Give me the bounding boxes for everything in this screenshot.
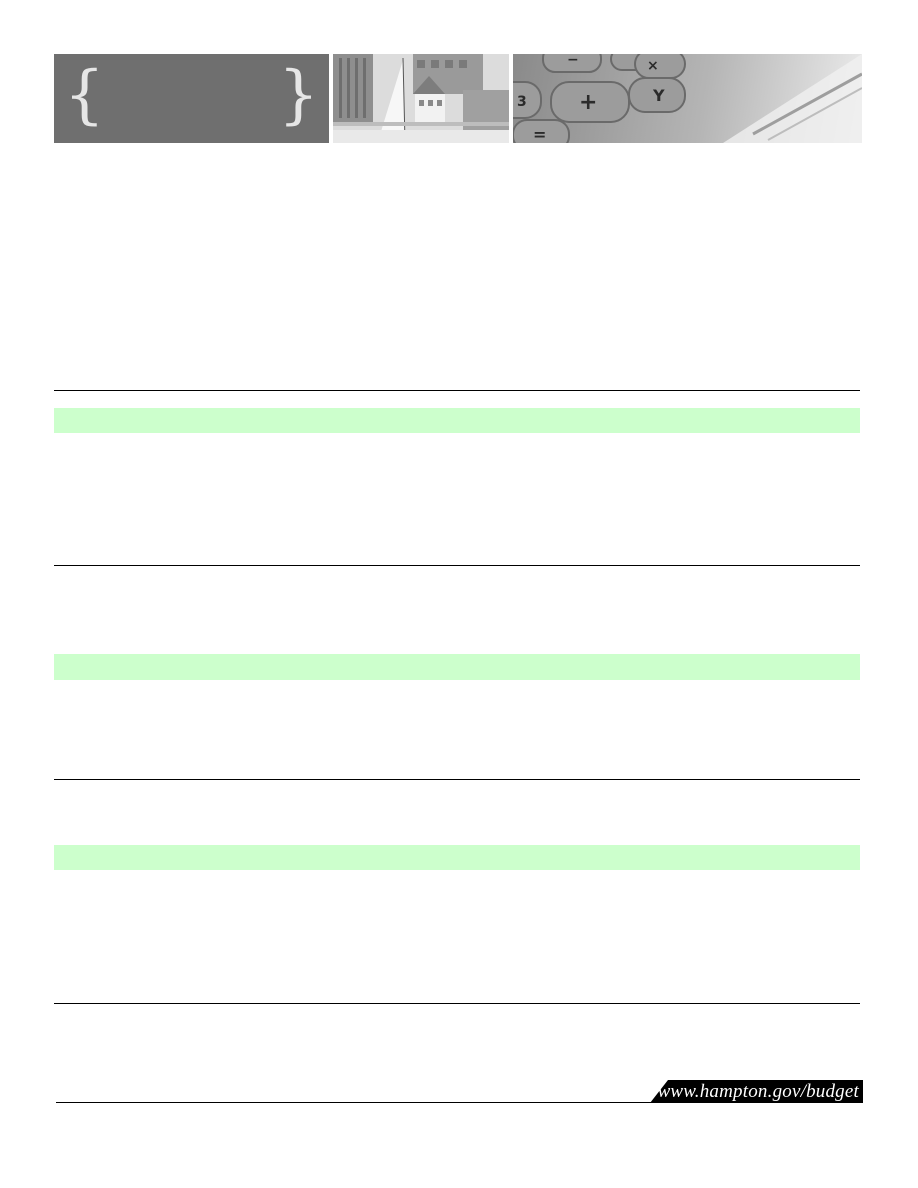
section-heading-band bbox=[54, 845, 860, 870]
svg-text:3: 3 bbox=[517, 94, 527, 110]
section-divider bbox=[54, 779, 860, 780]
calculator-photo: − + Y × = 3 bbox=[513, 54, 862, 143]
svg-text:−: − bbox=[567, 54, 579, 68]
svg-text:+: + bbox=[579, 90, 597, 115]
svg-text:=: = bbox=[533, 125, 546, 143]
harbor-photo bbox=[333, 54, 509, 143]
svg-text:×: × bbox=[647, 58, 659, 74]
section-divider bbox=[54, 1003, 860, 1004]
footer-rule bbox=[56, 1102, 862, 1103]
section-divider bbox=[54, 390, 860, 391]
right-brace-ornament: } bbox=[278, 58, 319, 132]
website-url[interactable]: www.hampton.gov/budget bbox=[658, 1080, 859, 1103]
calculator-illustration: − + Y × = 3 bbox=[513, 54, 862, 143]
svg-text:Y: Y bbox=[652, 86, 665, 105]
footer-url-tab: www.hampton.gov/budget bbox=[650, 1080, 863, 1103]
section-heading-band bbox=[54, 408, 860, 433]
header-banner: { } − + Y × = 3 bbox=[54, 54, 862, 143]
title-panel: { } bbox=[54, 54, 329, 143]
section-heading-band bbox=[54, 654, 860, 680]
left-brace-ornament: { bbox=[64, 58, 105, 132]
harbor-illustration bbox=[333, 54, 509, 143]
section-divider bbox=[54, 565, 860, 566]
